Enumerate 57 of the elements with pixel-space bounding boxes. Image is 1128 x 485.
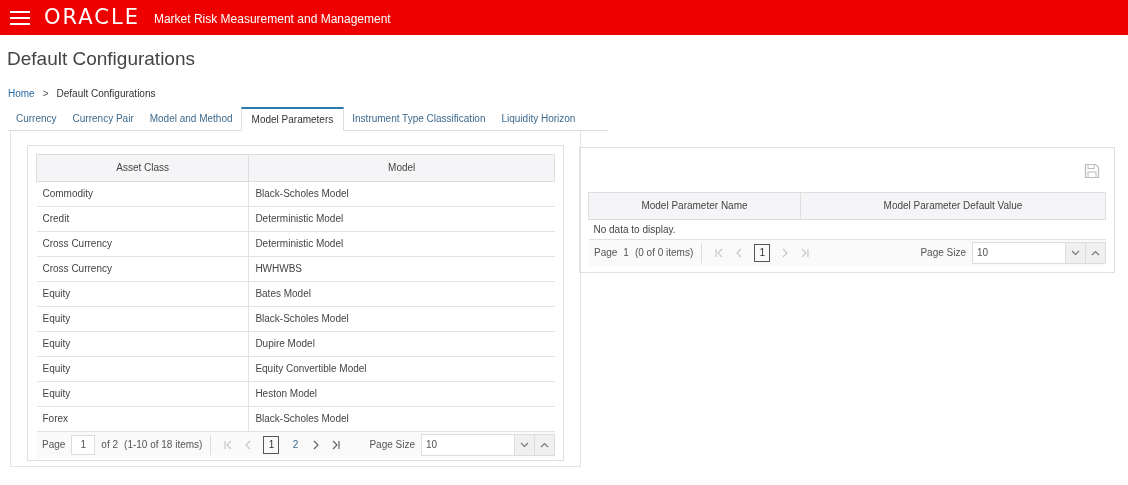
page-count: of 2	[101, 438, 119, 452]
table-cell: Black-Scholes Model	[248, 406, 555, 431]
page-title: Default Configurations	[7, 47, 195, 71]
table-cell: Cross Currency	[36, 231, 249, 256]
table-cell: Equity Convertible Model	[248, 356, 555, 381]
breadcrumb-item: Default Configurations	[56, 86, 156, 101]
table-cell: Deterministic Model	[248, 231, 555, 256]
column-header: Model	[248, 154, 555, 181]
table-cell: Bates Model	[248, 281, 555, 306]
table-cell: Credit	[36, 206, 249, 231]
table-cell: Heston Model	[248, 381, 555, 406]
column-header: Asset Class	[36, 154, 249, 181]
menu-icon[interactable]	[10, 10, 30, 25]
tab[interactable]: Currency Pair	[64, 107, 142, 130]
table-cell: Equity	[36, 356, 249, 381]
tab[interactable]: Model and Method	[141, 107, 241, 130]
table-cell: Forex	[36, 406, 249, 431]
page-input[interactable]: 1	[71, 434, 96, 455]
logo: ORACLE	[44, 7, 140, 28]
table-cell: Black-Scholes Model	[248, 306, 555, 331]
table-cell: Cross Currency	[36, 256, 249, 281]
page-number: 1	[623, 246, 629, 260]
page-size-label: Page Size	[920, 246, 966, 260]
table-cell: Deterministic Model	[248, 206, 555, 231]
table-cell: Black-Scholes Model	[248, 181, 555, 206]
empty-message: No data to display.	[593, 223, 676, 235]
last-page-icon[interactable]	[331, 439, 342, 450]
page-button[interactable]: 2	[289, 435, 302, 454]
table-cell: Commodity	[36, 181, 249, 206]
page-label: Page	[594, 246, 618, 260]
page-button[interactable]: 1	[754, 243, 771, 262]
app-title: Market Risk Measurement and Management	[153, 10, 391, 28]
chevron-up-icon[interactable]	[540, 441, 549, 448]
column-header: Model Parameter Name	[588, 192, 801, 219]
tab[interactable]: Model Parameters	[240, 106, 345, 131]
page-size-label: Page Size	[369, 438, 415, 452]
chevron-down-icon[interactable]	[1071, 249, 1080, 256]
chevron-up-icon[interactable]	[1091, 249, 1100, 256]
table-cell: Equity	[36, 331, 249, 356]
item-summary: (0 of 0 items)	[634, 246, 694, 260]
tab[interactable]: Currency	[8, 107, 65, 130]
column-header: Model Parameter Default Value	[800, 192, 1106, 219]
page-button[interactable]: 1	[263, 435, 280, 454]
table-cell: Dupire Model	[248, 331, 555, 356]
table-cell: Equity	[36, 306, 249, 331]
page-size-select[interactable]: 10	[421, 433, 555, 456]
table-cell: Equity	[36, 281, 249, 306]
page-label: Page	[42, 438, 66, 452]
table-cell: Equity	[36, 381, 249, 406]
breadcrumb-link[interactable]: Home	[8, 85, 35, 101]
page-size-select[interactable]: 10	[972, 241, 1106, 264]
chevron-down-icon[interactable]	[520, 441, 529, 448]
item-summary: (1-10 of 18 items)	[124, 438, 203, 452]
tab[interactable]: Liquidity Horizon	[493, 107, 584, 130]
table-cell: HWHWBS	[248, 256, 555, 281]
tab[interactable]: Instrument Type Classification	[344, 107, 494, 130]
breadcrumb-separator: >	[42, 86, 49, 101]
